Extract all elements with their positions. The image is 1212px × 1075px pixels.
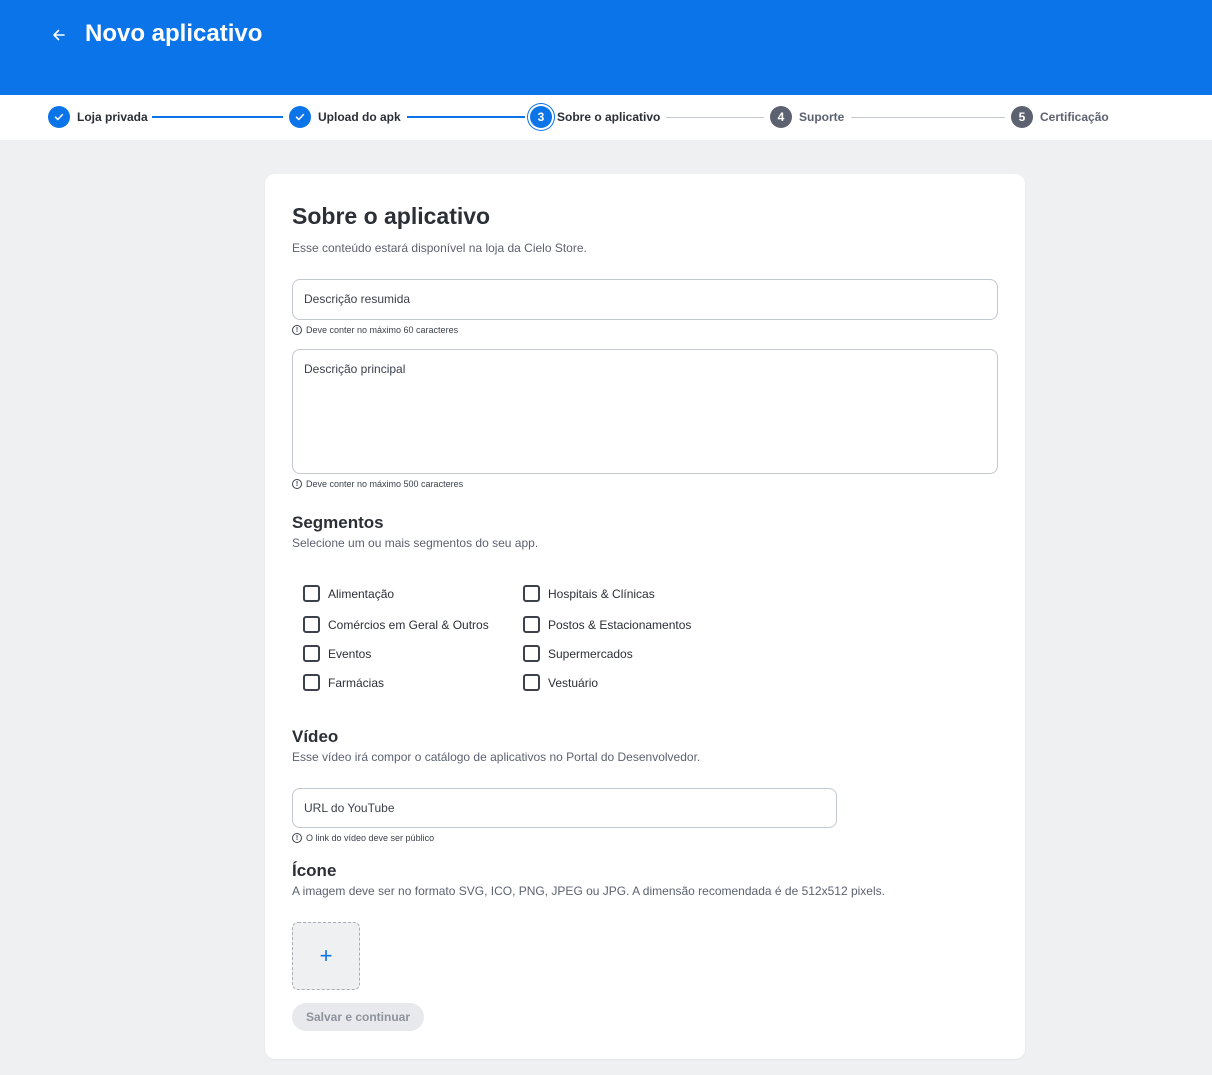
hint-text: Deve conter no máximo 500 caracteres [306, 479, 464, 489]
step-sobre-aplicativo[interactable]: 3 Sobre o aplicativo [530, 105, 660, 129]
checkbox-farmacias[interactable]: Farmácias [303, 674, 384, 691]
page-title: Novo aplicativo [85, 20, 263, 47]
checkbox-box[interactable] [523, 674, 540, 691]
checkbox-eventos[interactable]: Eventos [303, 645, 371, 662]
video-hint: ! O link do vídeo deve ser público [292, 833, 434, 843]
checkbox-box[interactable] [523, 585, 540, 602]
field-label: Descrição principal [304, 362, 406, 376]
checkbox-alimentacao[interactable]: Alimentação [303, 585, 394, 602]
icon-title: Ícone [292, 861, 337, 880]
icon-upload-button[interactable]: + [292, 922, 360, 990]
short-description-input[interactable]: Descrição resumida [292, 279, 998, 320]
step-label: Loja privada [77, 110, 148, 124]
youtube-url-input[interactable]: URL do YouTube [292, 788, 837, 828]
step-number: 3 [530, 106, 552, 128]
check-icon [289, 106, 311, 128]
icon-description: A imagem deve ser no formato SVG, ICO, P… [292, 884, 885, 898]
step-suporte[interactable]: 4 Suporte [770, 105, 844, 129]
step-certificacao[interactable]: 5 Certificação [1011, 105, 1109, 129]
short-description-hint: ! Deve conter no máximo 60 caracteres [292, 325, 458, 335]
step-connector [152, 116, 283, 118]
hint-text: O link do vídeo deve ser público [306, 833, 435, 843]
checkbox-box[interactable] [303, 616, 320, 633]
form-subtitle: Esse conteúdo estará disponível na loja … [292, 241, 587, 255]
checkbox-box[interactable] [303, 645, 320, 662]
info-icon: ! [292, 479, 302, 489]
step-connector [666, 117, 764, 118]
step-connector [407, 116, 525, 118]
step-number: 5 [1011, 106, 1033, 128]
step-upload-apk[interactable]: Upload do apk [289, 105, 401, 129]
field-label: URL do YouTube [304, 801, 395, 815]
checkbox-label: Hospitais & Clínicas [548, 586, 655, 601]
plus-icon: + [319, 943, 333, 968]
step-label: Suporte [799, 110, 845, 124]
field-label: Descrição resumida [304, 292, 411, 306]
step-connector [851, 117, 1005, 118]
video-title: Vídeo [292, 727, 339, 746]
checkbox-box[interactable] [303, 585, 320, 602]
segments-title: Segmentos [292, 513, 384, 532]
checkbox-vestuario[interactable]: Vestuário [523, 674, 598, 691]
checkbox-box[interactable] [303, 674, 320, 691]
checkbox-label: Eventos [328, 646, 372, 661]
step-loja-privada[interactable]: Loja privada [48, 105, 148, 129]
check-icon [48, 106, 70, 128]
step-label: Sobre o aplicativo [557, 110, 661, 124]
form-card: Sobre o aplicativo Esse conteúdo estará … [265, 174, 1025, 1059]
save-continue-button[interactable]: Salvar e continuar [292, 1003, 424, 1031]
stepper: Loja privada Upload do apk 3 Sobre o apl… [0, 95, 1212, 140]
checkbox-label: Farmácias [328, 675, 385, 690]
checkbox-box[interactable] [523, 616, 540, 633]
info-icon: ! [292, 325, 302, 335]
main-description-textarea[interactable]: Descrição principal [292, 349, 998, 474]
back-button[interactable] [48, 24, 70, 46]
checkbox-box[interactable] [523, 645, 540, 662]
checkbox-hospitais[interactable]: Hospitais & Clínicas [523, 585, 655, 602]
segments-description: Selecione um ou mais segmentos do seu ap… [292, 536, 539, 550]
checkbox-label: Comércios em Geral & Outros [328, 617, 489, 632]
checkbox-comercios[interactable]: Comércios em Geral & Outros [303, 616, 489, 633]
top-bar: Novo aplicativo [0, 0, 1212, 95]
arrow-left-icon [53, 29, 65, 41]
main-description-hint: ! Deve conter no máximo 500 caracteres [292, 479, 463, 489]
video-description: Esse vídeo irá compor o catálogo de apli… [292, 750, 701, 764]
checkbox-label: Vestuário [548, 675, 599, 690]
step-label: Upload do apk [318, 110, 401, 124]
form-title: Sobre o aplicativo [292, 203, 491, 229]
checkbox-label: Postos & Estacionamentos [548, 617, 692, 632]
step-label: Certificação [1040, 110, 1109, 124]
checkbox-label: Supermercados [548, 646, 633, 661]
hint-text: Deve conter no máximo 60 caracteres [306, 325, 459, 335]
step-number: 4 [770, 106, 792, 128]
checkbox-label: Alimentação [328, 586, 395, 601]
checkbox-postos[interactable]: Postos & Estacionamentos [523, 616, 691, 633]
info-icon: ! [292, 833, 302, 843]
checkbox-supermercados[interactable]: Supermercados [523, 645, 633, 662]
